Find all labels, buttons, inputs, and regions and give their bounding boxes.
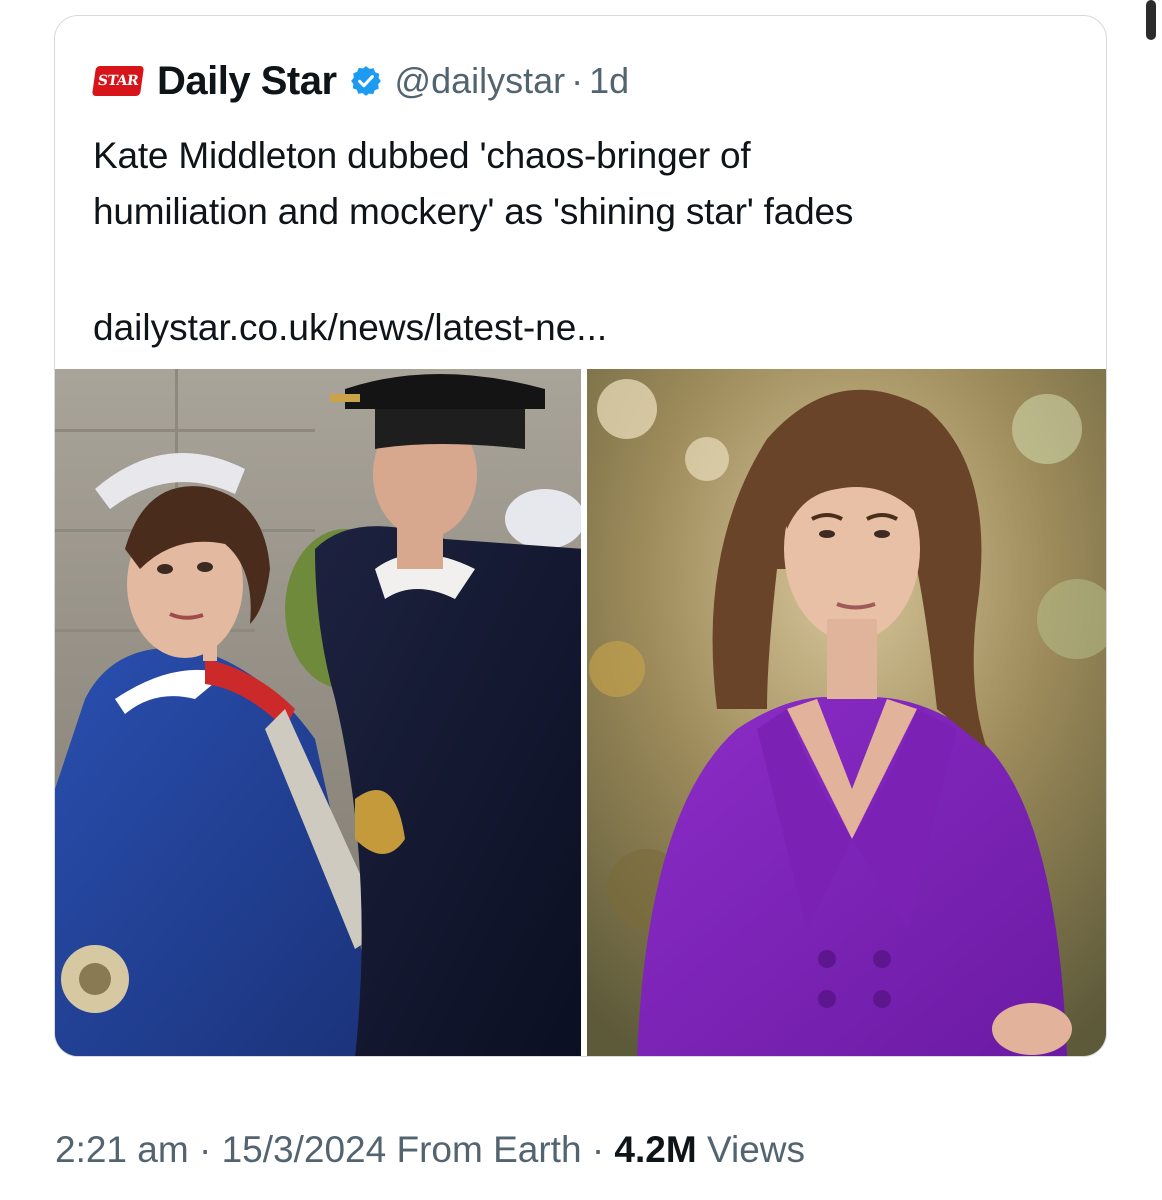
verified-badge-icon [350,66,381,96]
separator-dot: · [571,60,584,101]
tweet-date[interactable]: 15/3/2024 [222,1129,387,1170]
tweet-time[interactable]: 2:21 am [55,1129,189,1170]
media-grid [55,369,1106,1056]
tweet-source: From Earth [396,1129,582,1170]
separator-dot: · [591,1129,605,1170]
views-label: Views [706,1129,805,1170]
tweet-text-line-2: humiliation and mockery' as 'shining sta… [93,191,854,232]
tweet-text-line-1: Kate Middleton dubbed 'chaos-bringer of [93,135,751,176]
photo-left-image [55,369,581,1056]
time-ago[interactable]: 1d [589,60,629,102]
photo-right[interactable] [587,369,1106,1056]
daily-star-logo[interactable]: STAR [91,61,145,101]
article-link[interactable]: dailystar.co.uk/news/latest-ne... [93,300,607,356]
handle[interactable]: @dailystar [395,60,566,102]
quoted-tweet-header: STAR Daily Star @dailystar · 1d [91,56,629,106]
views-count[interactable]: 4.2M [614,1129,696,1170]
logo-text: STAR [91,66,145,96]
display-name[interactable]: Daily Star [157,59,337,104]
photo-right-image [587,369,1106,1056]
photo-left[interactable] [55,369,581,1056]
separator-dot: · [198,1129,212,1170]
scrollbar-thumb[interactable] [1146,0,1156,40]
quoted-tweet-text: Kate Middleton dubbed 'chaos-bringer of … [93,128,1083,240]
quoted-tweet-card[interactable]: STAR Daily Star @dailystar · 1d Kate Mid… [54,15,1107,1057]
tweet-meta: 2:21 am · 15/3/2024 From Earth · 4.2M Vi… [55,1122,805,1178]
